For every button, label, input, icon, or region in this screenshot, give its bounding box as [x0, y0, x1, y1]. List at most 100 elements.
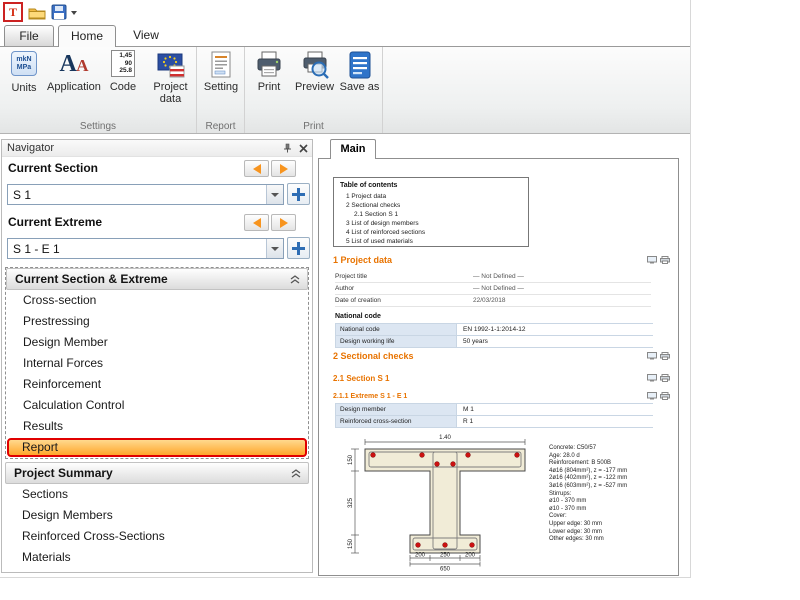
nav-item-report-selected[interactable]: Report [7, 438, 307, 457]
print-button-label: Print [248, 81, 290, 93]
combo-dropdown-button[interactable] [266, 239, 283, 258]
nav-item-design-members[interactable]: Design Members [5, 505, 309, 526]
table-cell-label: National code [335, 324, 457, 335]
tab-view[interactable]: View [120, 25, 172, 46]
close-icon[interactable] [299, 144, 308, 153]
report-field-row: Project title — Not Defined — [335, 271, 651, 283]
quick-access-toolbar: T [0, 0, 690, 24]
ribbon: mkNMPa Units A A Application 1,459025.8 … [0, 46, 690, 134]
save-floppy-icon [51, 4, 67, 20]
printer-icon [254, 50, 284, 80]
table-of-contents: Table of contents 1 Project data 2 Secti… [333, 177, 529, 247]
display-toggle-icon[interactable] [647, 374, 657, 382]
report-preview-area: Table of contents 1 Project data 2 Secti… [318, 158, 679, 576]
panel-header-project-summary[interactable]: Project Summary [5, 462, 309, 484]
tab-main[interactable]: Main [330, 139, 376, 159]
heading-row-section-s1: 2.1 Section S 1 [333, 373, 670, 383]
save-as-icon [345, 50, 375, 80]
report-setting-icon [206, 50, 236, 80]
national-code-table: National code EN 1992-1-1:2014-12 Design… [335, 323, 653, 348]
tab-file[interactable]: File [4, 25, 54, 46]
table-cell-value: 50 years [457, 338, 488, 345]
panel-header-current-section-extreme[interactable]: Current Section & Extreme [6, 268, 308, 290]
print-toggle-icon[interactable] [660, 374, 670, 382]
units-icon-text-1: mkN [16, 56, 31, 64]
panel-title: Current Section & Extreme [15, 272, 168, 286]
table-cell-value: M 1 [457, 406, 474, 413]
table-cell-value: EN 1992-1-1:2014-12 [457, 326, 526, 333]
preview-button[interactable]: Preview [292, 49, 337, 119]
note-line: Other edges: 30 mm [549, 536, 671, 544]
code-icon-num-1: 1,45 [119, 52, 132, 60]
national-code-subheading: National code [335, 313, 381, 320]
units-button[interactable]: mkNMPa Units [2, 49, 46, 119]
toc-title: Table of contents [340, 182, 528, 189]
nav-item-materials[interactable]: Materials [5, 547, 309, 568]
pin-icon[interactable] [282, 143, 292, 153]
open-button[interactable] [27, 3, 47, 21]
save-as-button[interactable]: Save as [339, 49, 380, 119]
next-extreme-button[interactable] [271, 214, 296, 231]
heading-row-sectional-checks: 2 Sectional checks [333, 351, 670, 361]
print-toggle-icon[interactable] [660, 352, 670, 360]
current-section-combobox[interactable]: S 1 [7, 184, 284, 205]
nav-item-cross-section[interactable]: Cross-section [6, 290, 308, 311]
add-section-button[interactable] [287, 183, 310, 205]
nav-item-internal-forces[interactable]: Internal Forces [6, 353, 308, 374]
application-button[interactable]: A A Application [47, 49, 100, 119]
nav-item-design-member[interactable]: Design Member [6, 332, 308, 353]
arrow-left-icon [253, 164, 261, 174]
tab-home[interactable]: Home [58, 25, 116, 47]
nav-item-prestressing[interactable]: Prestressing [6, 311, 308, 332]
concrete-outline [365, 449, 525, 553]
nav-item-calculation-control[interactable]: Calculation Control [6, 395, 308, 416]
project-data-button[interactable]: Project data [146, 49, 195, 119]
previous-extreme-button[interactable] [244, 214, 269, 231]
chevron-down-icon [71, 11, 77, 15]
current-extreme-value: S 1 - E 1 [13, 242, 60, 256]
app-logo: T [3, 2, 23, 22]
display-toggle-icon[interactable] [647, 392, 657, 400]
dim-bottom-label-1: 200 [415, 553, 426, 559]
report-setting-button[interactable]: Setting [199, 49, 243, 119]
code-button[interactable]: 1,459025.8 Code [101, 49, 145, 119]
report-field-row: Author — Not Defined — [335, 283, 651, 295]
panel-title: Project Summary [14, 466, 113, 480]
add-extreme-button[interactable] [287, 237, 310, 259]
navigator-panel: Navigator Current Section S 1 Current Ex… [1, 139, 313, 573]
note-line: 2ø16 (402mm²), z = -122 mm [549, 475, 671, 483]
table-row: National code EN 1992-1-1:2014-12 [335, 324, 653, 336]
heading-row-extreme: 2.1.1 Extreme S 1 - E 1 [333, 391, 670, 401]
code-button-label: Code [101, 81, 145, 93]
collapse-chevron-icon[interactable] [290, 275, 300, 284]
print-toggle-icon[interactable] [660, 256, 670, 264]
combo-dropdown-button[interactable] [266, 185, 283, 204]
note-line: Concrete: C50/57 [549, 445, 671, 453]
dim-bottom-label-3: 200 [465, 553, 476, 559]
save-as-button-label: Save as [339, 81, 380, 93]
display-toggle-icon[interactable] [647, 352, 657, 360]
note-line: ø10 - 370 mm [549, 506, 671, 514]
collapse-chevron-icon[interactable] [291, 469, 301, 478]
current-extreme-combobox[interactable]: S 1 - E 1 [7, 238, 284, 259]
print-toggle-icon[interactable] [660, 392, 670, 400]
save-quick-button[interactable] [49, 3, 69, 21]
plus-icon [292, 188, 305, 201]
display-toggle-icon[interactable] [647, 256, 657, 264]
table-row: Design member M 1 [335, 404, 653, 416]
next-section-button[interactable] [271, 160, 296, 177]
note-line: Reinforcement: B 500B [549, 460, 671, 468]
eu-flag-icon [156, 50, 186, 80]
print-button[interactable]: Print [248, 49, 290, 119]
nav-item-sections[interactable]: Sections [5, 484, 309, 505]
nav-item-reinforcement[interactable]: Reinforcement [6, 374, 308, 395]
previous-section-button[interactable] [244, 160, 269, 177]
toc-item: 2 Sectional checks [346, 201, 528, 210]
open-folder-icon [28, 5, 46, 20]
nav-item-results[interactable]: Results [6, 416, 308, 437]
ribbon-tab-row: File Home View [0, 24, 690, 47]
nav-item-reinforced-cross-sections[interactable]: Reinforced Cross-Sections [5, 526, 309, 547]
toolbar-customize-button[interactable] [68, 4, 80, 22]
group-label-settings: Settings [0, 121, 196, 132]
application-icon-letter-1: A [60, 50, 77, 78]
